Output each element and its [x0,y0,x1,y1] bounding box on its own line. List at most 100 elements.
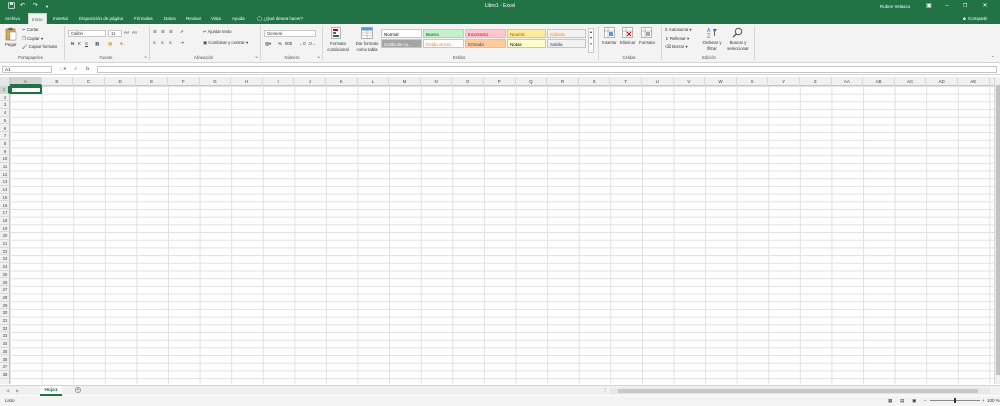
style-notas[interactable]: Notas [507,39,546,48]
row-header[interactable]: 15 [0,194,10,202]
fill-button[interactable]: ↧ Rellenar ▾ [665,36,689,42]
column-header[interactable]: G [200,77,232,86]
copy-button[interactable]: ❐ Copiar ▾ [22,36,43,42]
zoom-out-button[interactable]: – [924,396,927,406]
column-header[interactable]: D [105,77,137,86]
row-header[interactable]: 38 [0,371,10,379]
insert-cells-button[interactable] [604,27,615,40]
column-header[interactable]: B [42,77,74,86]
dialog-launcher-icon[interactable]: ↘ [317,54,320,60]
tab-ayuda[interactable]: Ayuda [232,13,245,24]
column-header[interactable]: P [484,77,516,86]
row-header[interactable]: 5 [0,117,10,125]
row-header[interactable]: 8 [0,140,10,148]
prev-sheet-icon[interactable]: ◀ [6,388,9,394]
column-header[interactable]: C [73,77,105,86]
column-header[interactable]: E [136,77,168,86]
column-header[interactable]: AE [958,77,990,86]
vertical-scrollbar[interactable] [994,77,1000,384]
column-header[interactable]: A [10,77,42,86]
select-all-corner[interactable] [0,77,10,86]
column-header[interactable]: Z [800,77,832,86]
ribbon-display-options-icon[interactable]: ▣ [922,0,936,13]
orientation-icon[interactable]: ⇗ [180,29,184,35]
scroll-thumb[interactable] [618,389,978,393]
row-header[interactable]: 16 [0,202,10,210]
name-box[interactable]: A1 [2,66,52,73]
user-name[interactable]: Ruben Velasco [880,0,910,13]
style-normal[interactable]: Normal [381,29,422,38]
style-celda-comprobacion[interactable]: Celda de co... [381,39,422,48]
row-header[interactable]: 24 [0,263,10,271]
column-header[interactable]: T [610,77,642,86]
column-header[interactable]: R [547,77,579,86]
dialog-launcher-icon[interactable]: ↘ [255,54,258,60]
row-header[interactable]: 7 [0,132,10,140]
align-center-icon[interactable]: ≡ [161,40,164,46]
cancel-icon[interactable]: ✕ [63,66,67,72]
column-header[interactable]: AC [895,77,927,86]
tab-insertar[interactable]: Insertar [53,13,68,24]
style-salida[interactable]: Salida [547,39,586,48]
next-sheet-icon[interactable]: ▶ [16,388,19,394]
align-top-icon[interactable]: ☰ [153,29,157,35]
style-calculo[interactable]: Cálculo [547,29,586,38]
row-header[interactable]: 30 [0,309,10,317]
zoom-slider[interactable] [930,398,980,403]
add-sheet-button[interactable]: + [75,387,81,393]
tab-vista[interactable]: Vista [211,13,221,24]
style-bueno[interactable]: Bueno [423,29,464,38]
minimize-button[interactable]: – [940,0,954,13]
tab-datos[interactable]: Datos [164,13,176,24]
format-cells-button[interactable] [641,27,652,40]
column-header[interactable]: I [263,77,295,86]
column-header[interactable]: Q [516,77,548,86]
collapse-ribbon-icon[interactable]: ⌃ [991,55,994,61]
number-format-select[interactable]: General [264,30,316,37]
tab-archivo[interactable]: Archivo [5,13,20,24]
row-header[interactable]: 26 [0,279,10,287]
row-header[interactable]: 31 [0,317,10,325]
bold-button[interactable]: N [71,41,74,47]
tab-inicio[interactable]: Inicio [28,13,47,24]
row-header[interactable]: 2 [0,94,10,102]
wrap-text-button[interactable]: ↵ Ajustar texto [203,29,231,35]
row-header[interactable]: 14 [0,186,10,194]
percent-icon[interactable]: % [278,41,282,47]
row-header[interactable]: 33 [0,332,10,341]
column-header[interactable]: Y [768,77,800,86]
row-header[interactable]: 27 [0,286,10,294]
autosum-button[interactable]: Σ Autosuma ▾ [665,27,692,33]
enter-icon[interactable]: ✓ [74,66,78,72]
style-incorrecto[interactable]: Incorrecto [465,29,506,38]
row-header[interactable]: 6 [0,125,10,133]
column-header[interactable]: AA [832,77,864,86]
shrink-font-icon[interactable]: A˅ [132,30,137,36]
column-header[interactable]: K [326,77,358,86]
row-header[interactable]: 18 [0,217,10,225]
page-layout-view-icon[interactable]: ▤ [900,396,904,406]
share-button[interactable]: ☻ Compartir [962,13,988,24]
row-header[interactable]: 35 [0,348,10,356]
font-name-select[interactable]: Calibri [68,30,106,37]
row-header[interactable]: 29 [0,302,10,310]
tab-revisar[interactable]: Revisar [186,13,201,24]
styles-gallery-scroll[interactable]: ▲ ▼ ▾ [588,28,594,53]
format-painter-button[interactable]: 🖌 Copiar formato [22,44,57,50]
column-header[interactable]: V [674,77,706,86]
indent-icon[interactable]: ⇥ [180,40,184,46]
row-header[interactable]: 32 [0,325,10,333]
tab-disposicion[interactable]: Disposición de página [79,13,123,24]
align-middle-icon[interactable]: ☰ [161,29,165,35]
row-header[interactable]: 37 [0,363,10,371]
column-header[interactable]: J [294,77,326,86]
column-header[interactable]: U [642,77,674,86]
column-header[interactable]: O [452,77,484,86]
row-header[interactable]: 28 [0,294,10,302]
paste-button[interactable]: Pegar [5,27,17,47]
normal-view-icon[interactable]: ▦ [888,396,892,406]
row-header[interactable]: 20 [0,232,10,240]
row-header[interactable]: 1 [0,86,10,94]
cell-area[interactable] [10,86,995,384]
column-header[interactable]: AB [863,77,895,86]
